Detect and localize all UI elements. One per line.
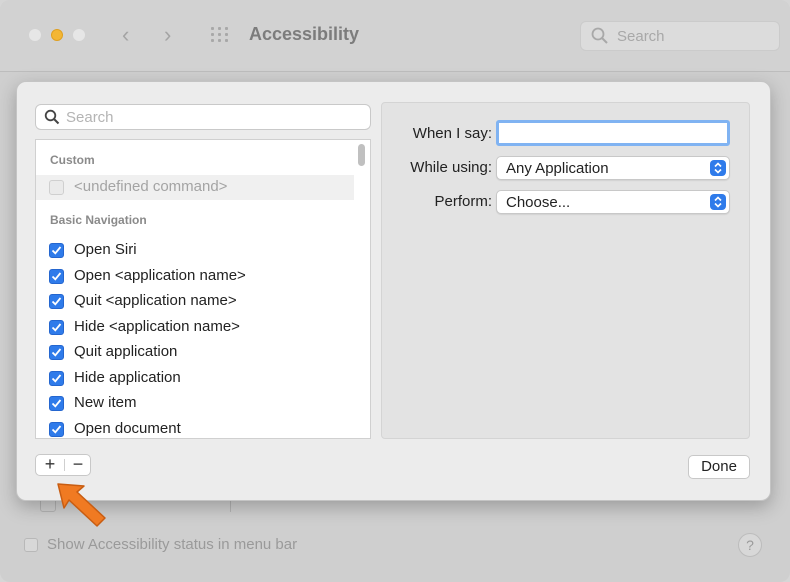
list-item[interactable]: Hide application [36, 366, 354, 391]
perform-value: Choose... [506, 194, 571, 211]
while-using-popup[interactable]: Any Application [496, 156, 730, 180]
command-checkbox[interactable] [49, 421, 64, 437]
command-label: Hide <application name> [74, 317, 240, 335]
list-item[interactable]: Open <application name> [36, 264, 354, 289]
remove-command-button[interactable]: − [65, 455, 91, 475]
command-label: Hide application [74, 368, 181, 386]
checkmark-icon [51, 399, 62, 408]
window-search-placeholder: Search [617, 28, 665, 45]
command-details-pane: When I say: While using: Any Application… [381, 102, 750, 439]
list-item[interactable]: Hide <application name> [36, 315, 354, 340]
list-item[interactable]: Quit application [36, 340, 354, 365]
list-item[interactable]: <undefined command> [36, 175, 354, 200]
window-title: Accessibility [249, 24, 360, 44]
command-label: New item [74, 394, 137, 411]
minimize-window-button[interactable] [51, 29, 63, 41]
zoom-window-button[interactable] [73, 29, 85, 41]
help-button[interactable]: ? [738, 533, 762, 557]
command-checkbox[interactable] [49, 370, 64, 386]
close-window-button[interactable] [29, 29, 41, 41]
command-checkbox[interactable] [49, 319, 64, 335]
when-i-say-field[interactable] [496, 120, 730, 146]
while-using-label: While using: [410, 159, 492, 176]
command-label: Open Siri [74, 241, 137, 258]
command-checkbox[interactable] [49, 345, 64, 360]
perform-popup[interactable]: Choose... [496, 190, 730, 214]
list-item[interactable]: Open Siri [36, 238, 354, 263]
back-chevron-icon[interactable]: ‹ [122, 22, 129, 48]
status-menu-bar-label: Show Accessibility status in menu bar [47, 536, 298, 553]
popup-chevron-updown-icon [710, 160, 726, 176]
checkmark-icon [51, 373, 62, 383]
show-all-grid-icon[interactable] [211, 27, 231, 43]
commands-list[interactable]: Custom <undefined command> Basic Navigat… [35, 139, 371, 439]
command-label: Open <application name> [74, 266, 246, 284]
forward-chevron-icon[interactable]: › [164, 22, 171, 48]
add-remove-control: + − [35, 454, 91, 476]
checkmark-icon [51, 348, 62, 357]
checkmark-icon [51, 246, 62, 255]
command-checkbox[interactable] [49, 180, 64, 195]
checkmark-icon [51, 322, 62, 332]
search-icon [44, 109, 60, 125]
window-search-field[interactable]: Search [580, 21, 780, 51]
command-label: Open document [74, 419, 181, 437]
command-checkbox[interactable] [49, 396, 64, 411]
checkmark-icon [51, 297, 62, 306]
list-scrollbar[interactable] [358, 144, 365, 166]
section-header-basic-navigation: Basic Navigation [50, 213, 147, 227]
command-label: Quit application [74, 343, 178, 360]
checkmark-icon [51, 424, 62, 434]
perform-label: Perform: [434, 193, 492, 210]
title-bar: ‹ › Accessibility Search [0, 0, 790, 72]
commands-search-input[interactable] [66, 107, 356, 127]
command-label: <undefined command> [74, 178, 228, 195]
commands-search-field[interactable] [35, 104, 371, 130]
command-checkbox[interactable] [49, 294, 64, 309]
add-command-button[interactable]: + [36, 455, 64, 475]
command-label: Quit <application name> [74, 292, 237, 309]
list-item[interactable]: Open document [36, 417, 354, 439]
status-menu-bar-checkbox[interactable] [24, 538, 38, 552]
command-checkbox[interactable] [49, 243, 64, 258]
annotation-arrow-icon [57, 483, 106, 527]
list-item[interactable]: New item [36, 391, 354, 416]
voice-commands-sheet: Custom <undefined command> Basic Navigat… [16, 81, 771, 501]
while-using-value: Any Application [506, 160, 609, 177]
command-checkbox[interactable] [49, 268, 64, 284]
when-i-say-label: When I say: [412, 125, 492, 142]
list-item[interactable]: Quit <application name> [36, 289, 354, 314]
popup-chevron-updown-icon [710, 194, 726, 210]
section-header-custom: Custom [50, 153, 95, 167]
checkmark-icon [51, 271, 62, 281]
search-icon [591, 27, 608, 44]
done-button[interactable]: Done [688, 455, 750, 479]
